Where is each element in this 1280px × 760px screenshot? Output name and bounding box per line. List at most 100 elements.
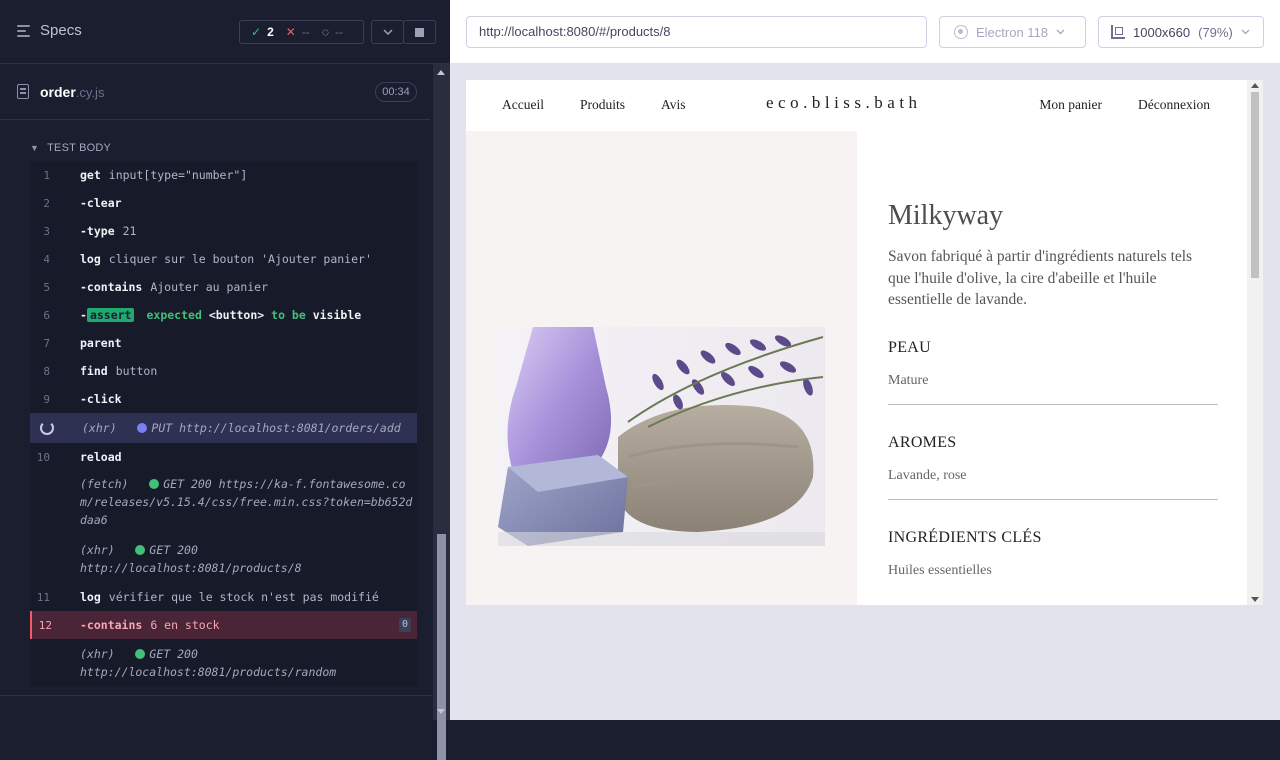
app-preview-panel: http://localhost:8080/#/products/8 Elect… <box>450 0 1280 720</box>
command-number: 8 <box>43 364 50 378</box>
chevron-down-icon: ▼ <box>30 143 40 153</box>
command-name: -type <box>80 224 115 238</box>
command-row-assert[interactable]: 6 - assert expected <button> to be visib… <box>30 301 417 329</box>
section-value-ingredients: Huiles essentielles <box>888 562 992 578</box>
command-row[interactable]: 3 -type 21 <box>30 217 417 245</box>
scroll-up-icon[interactable] <box>437 70 445 75</box>
browser-label: Electron 118 <box>976 24 1049 40</box>
command-arg: 6 en stock <box>150 618 220 632</box>
loading-spinner-icon <box>40 421 54 435</box>
nav-link-reviews[interactable]: Avis <box>661 97 686 113</box>
specs-list-icon <box>17 24 32 38</box>
request-method: PUT <box>151 421 173 435</box>
test-body-label: TEST BODY <box>47 142 112 154</box>
duration-badge: 00:34 <box>375 82 417 102</box>
site-logo[interactable]: eco.bliss.bath <box>766 93 922 113</box>
lavender-soap-photo <box>498 327 825 546</box>
command-row[interactable]: 9 -click <box>30 385 417 413</box>
success-dot-icon <box>135 649 146 659</box>
request-url: http://localhost:8081/products/8 <box>80 561 302 575</box>
request-row[interactable]: (xhr) GET 200 http://localhost:8081/prod… <box>30 535 417 583</box>
pending-request-row[interactable]: (xhr) PUT http://localhost:8081/orders/a… <box>30 413 417 443</box>
product-title: Milkyway <box>888 200 1004 231</box>
command-row[interactable]: 5 -contains Ajouter au panier <box>30 273 417 301</box>
request-status: GET 200 <box>163 477 212 491</box>
command-name: get <box>80 168 101 182</box>
command-number: 11 <box>36 590 50 604</box>
nav-link-logout[interactable]: Déconnexion <box>1138 97 1210 113</box>
scroll-down-icon[interactable] <box>1251 597 1259 602</box>
command-row[interactable]: 2 -clear <box>30 189 417 217</box>
command-log-scrollbar[interactable] <box>433 64 450 760</box>
pending-dot-icon <box>137 423 148 433</box>
command-row[interactable]: 7 parent <box>30 329 417 357</box>
command-name: -clear <box>80 196 122 210</box>
viewport-icon <box>1111 25 1125 39</box>
stop-icon <box>415 27 424 37</box>
failed-command-row[interactable]: 12 -contains 6 en stock 0 <box>30 611 417 639</box>
specs-button[interactable]: Specs <box>17 22 82 39</box>
command-row[interactable]: 11 log vérifier que le stock n'est pas mo… <box>30 583 417 611</box>
command-name: log <box>80 252 101 266</box>
command-row[interactable]: 10 reload <box>30 443 417 471</box>
runner-header: Specs ✓ 2 ✕ -- ◌ -- <box>0 0 450 64</box>
scrollbar-thumb[interactable] <box>437 534 446 760</box>
app-under-test: Accueil Produits Avis eco.bliss.bath Mon… <box>466 80 1263 605</box>
request-url: http://localhost:8081/products/random <box>80 665 337 679</box>
nav-link-products[interactable]: Produits <box>580 97 625 113</box>
viewport-info[interactable]: 1000x660 (79%) <box>1098 16 1264 48</box>
assert-subject: <button> <box>208 308 265 322</box>
stop-button[interactable] <box>403 20 436 44</box>
nav-link-home[interactable]: Accueil <box>502 97 544 113</box>
command-log-panel: Specs ✓ 2 ✕ -- ◌ -- order.cy.js 00:34 ▼ … <box>0 0 450 760</box>
app-scrollbar[interactable] <box>1247 80 1263 605</box>
command-number: 3 <box>43 224 50 238</box>
nav-link-cart[interactable]: Mon panier <box>1039 97 1102 113</box>
test-body-header[interactable]: ▼ TEST BODY <box>30 142 111 154</box>
check-icon: ✓ <box>251 25 262 39</box>
site-navbar: Accueil Produits Avis eco.bliss.bath Mon… <box>466 80 1246 131</box>
url-bar[interactable]: http://localhost:8080/#/products/8 <box>466 16 927 48</box>
passed-count: 2 <box>267 25 274 39</box>
scroll-down-icon[interactable] <box>437 709 445 714</box>
section-value-aromas: Lavande, rose <box>888 468 1218 500</box>
chevron-down-icon <box>1056 29 1065 35</box>
spec-file-header: order.cy.js 00:34 <box>0 64 430 120</box>
chevron-down-icon <box>1241 29 1250 35</box>
command-list: 1 get input[type="number"] 2 -clear 3 -ty… <box>30 161 417 687</box>
spec-file-name[interactable]: order.cy.js <box>40 84 104 100</box>
success-dot-icon <box>135 545 146 555</box>
collapse-all-button[interactable] <box>371 20 404 44</box>
request-url: http://localhost:8081/orders/add <box>179 421 401 435</box>
section-heading-ingredients: INGRÉDIENTS CLÉS <box>888 528 1042 546</box>
product-description: Savon fabriqué à partir d'ingrédients na… <box>888 248 1193 308</box>
scroll-up-icon[interactable] <box>1251 83 1259 88</box>
scrollbar-thumb[interactable] <box>1251 92 1259 278</box>
browser-selector[interactable]: Electron 118 <box>939 16 1086 48</box>
section-heading-aromas: AROMES <box>888 433 957 451</box>
command-name: -contains <box>80 280 143 294</box>
command-row[interactable]: 4 log cliquer sur le bouton 'Ajouter pani… <box>30 245 417 273</box>
command-row[interactable]: 1 get input[type="number"] <box>30 161 417 189</box>
product-details: Milkyway Savon fabriqué à partir d'ingré… <box>888 200 1218 605</box>
command-row[interactable]: 8 find button <box>30 357 417 385</box>
command-name: -contains <box>80 618 143 632</box>
command-name: log <box>80 590 101 604</box>
assert-chip: assert <box>86 308 135 322</box>
command-number: 2 <box>43 196 50 210</box>
failed-count: -- <box>301 25 310 39</box>
request-row[interactable]: (fetch) GET 200 https://ka-f.fontawesome… <box>30 471 417 535</box>
assert-visible: visible <box>312 308 362 322</box>
match-count-badge: 0 <box>399 618 411 632</box>
chevron-down-icon <box>382 29 393 35</box>
request-kind: (xhr) <box>80 647 115 661</box>
command-name: -click <box>80 392 122 406</box>
request-row[interactable]: (xhr) GET 200 http://localhost:8081/prod… <box>30 639 417 687</box>
command-arg: vérifier que le stock n'est pas modifié <box>108 590 379 604</box>
command-name: - <box>80 308 87 322</box>
pending-count: -- <box>334 25 343 39</box>
specs-label: Specs <box>40 22 82 39</box>
viewport-size: 1000x660 <box>1133 24 1191 40</box>
request-kind: (xhr) <box>82 421 117 435</box>
command-number: 7 <box>43 336 50 350</box>
